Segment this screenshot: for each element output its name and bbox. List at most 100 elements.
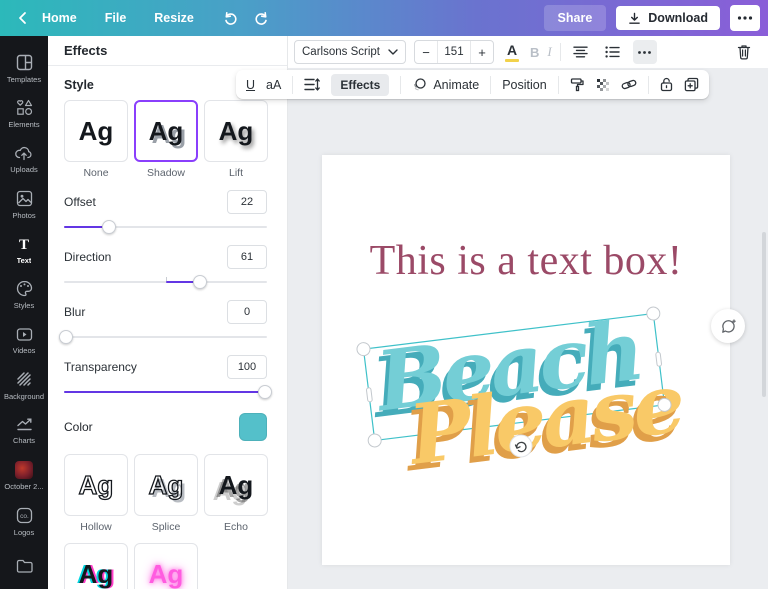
- shadow-color-row: Color: [64, 413, 267, 441]
- style-card-echo[interactable]: Ag Echo: [204, 454, 268, 533]
- sidebar-item-elements[interactable]: Elements: [0, 91, 48, 136]
- download-icon: [628, 12, 641, 25]
- effects-button[interactable]: Effects: [331, 74, 389, 96]
- sidebar-item-uploads[interactable]: Uploads: [0, 137, 48, 182]
- download-button[interactable]: Download: [616, 6, 720, 30]
- sidebar-item-styles[interactable]: Styles: [0, 272, 48, 317]
- download-label: Download: [648, 11, 708, 25]
- font-size-increase-button[interactable]: +: [471, 41, 493, 63]
- text-format-toolbar: Carlsons Script − 151 + A B I: [288, 36, 768, 68]
- duplicate-button[interactable]: [684, 77, 699, 92]
- styles-icon: [15, 279, 34, 298]
- text-color-bar: [505, 59, 519, 62]
- videos-icon: [15, 326, 34, 343]
- more-icon: [638, 51, 651, 54]
- duplicate-plus-icon: [684, 77, 699, 92]
- logos-icon: co.: [15, 506, 34, 525]
- align-center-icon: [573, 46, 588, 58]
- style-card-lift[interactable]: Ag Lift: [204, 100, 268, 179]
- canva-editor: Home File Resize Share Download Template…: [0, 0, 768, 589]
- bold-button[interactable]: B: [530, 45, 539, 60]
- text-color-button[interactable]: A: [502, 43, 522, 62]
- style-shuffle-button[interactable]: [711, 309, 745, 343]
- font-size-stepper: − 151 +: [414, 40, 494, 64]
- home-menu[interactable]: Home: [42, 11, 77, 25]
- transparency-slider-row: Transparency 100: [64, 355, 267, 399]
- design-page[interactable]: This is a text box! Beach Beach Please P…: [322, 155, 730, 565]
- topbar-more-button[interactable]: [730, 5, 760, 31]
- style-card-neon[interactable]: Ag Neon: [134, 543, 198, 589]
- share-button[interactable]: Share: [544, 5, 607, 31]
- paint-roller-icon: [570, 77, 585, 92]
- photos-icon: [15, 189, 34, 208]
- text-align-button[interactable]: [569, 40, 593, 64]
- shadow-color-swatch[interactable]: [239, 413, 267, 441]
- text-effects-toolbar: U aA Effects Animate Position: [236, 70, 709, 99]
- direction-slider-row: Direction 61: [64, 245, 267, 289]
- style-card-splice[interactable]: Ag Splice: [134, 454, 198, 533]
- sidebar-item-logos[interactable]: co. Logos: [0, 499, 48, 544]
- link-button[interactable]: [621, 78, 637, 91]
- text-case-button[interactable]: aA: [266, 78, 281, 92]
- style-card-shadow[interactable]: Ag Shadow: [134, 100, 198, 179]
- italic-button[interactable]: I: [547, 44, 551, 60]
- text-icon: T: [15, 235, 33, 253]
- direction-value-input[interactable]: 61: [227, 245, 267, 269]
- delete-button[interactable]: [732, 40, 756, 64]
- list-button[interactable]: [601, 40, 625, 64]
- style-card-glitch[interactable]: Ag Glitch: [64, 543, 128, 589]
- sidebar-item-photos[interactable]: Photos: [0, 182, 48, 227]
- style-card-hollow[interactable]: Ag Hollow: [64, 454, 128, 533]
- sidebar-item-october-folder[interactable]: October 2...: [0, 453, 48, 498]
- corner-handle-tr[interactable]: [646, 306, 660, 320]
- resize-menu[interactable]: Resize: [154, 11, 194, 25]
- undo-icon[interactable]: [222, 10, 239, 26]
- lock-icon: [660, 77, 673, 92]
- rotate-handle[interactable]: [510, 435, 532, 457]
- style-cards-row1: Ag None Ag Shadow Ag Lift: [64, 100, 267, 179]
- sidebar-item-text[interactable]: T Text: [0, 227, 48, 272]
- blur-slider[interactable]: [64, 330, 267, 344]
- offset-value-input[interactable]: 22: [227, 190, 267, 214]
- sidebar-item-videos[interactable]: Videos: [0, 318, 48, 363]
- chevron-down-icon: [388, 49, 398, 55]
- back-chevron-icon[interactable]: [16, 11, 30, 25]
- script-text-group[interactable]: Beach Beach Please Please: [365, 299, 688, 494]
- transparency-value-input[interactable]: 100: [227, 355, 267, 379]
- underline-button[interactable]: U: [246, 78, 255, 92]
- position-button[interactable]: Position: [502, 78, 546, 92]
- sidebar-item-templates[interactable]: Templates: [0, 46, 48, 91]
- background-icon: [15, 370, 34, 389]
- top-bar: Home File Resize Share Download: [0, 0, 768, 36]
- animate-button[interactable]: Animate: [412, 77, 479, 92]
- sidebar-item-folders[interactable]: [0, 544, 48, 589]
- style-cards-row2: Ag Hollow Ag Splice Ag Echo: [64, 454, 267, 533]
- uploads-icon: [14, 144, 34, 162]
- transparency-slider[interactable]: [64, 385, 267, 399]
- style-card-none[interactable]: Ag None: [64, 100, 128, 179]
- sidebar-item-background[interactable]: Background: [0, 363, 48, 408]
- offset-slider[interactable]: [64, 220, 267, 234]
- font-family-select[interactable]: Carlsons Script: [294, 40, 406, 64]
- direction-slider[interactable]: [64, 275, 267, 289]
- charts-icon: [15, 416, 34, 433]
- font-size-decrease-button[interactable]: −: [415, 41, 437, 63]
- color-label: Color: [64, 420, 93, 434]
- canvas-scrollbar[interactable]: [762, 232, 766, 397]
- canvas-workspace[interactable]: This is a text box! Beach Beach Please P…: [288, 68, 768, 589]
- left-resize-handle[interactable]: [366, 388, 372, 402]
- redo-icon[interactable]: [253, 10, 270, 26]
- toolbar-more-button[interactable]: [633, 40, 657, 64]
- transparency-button[interactable]: [596, 78, 610, 92]
- refresh-bubble-icon: [720, 318, 737, 335]
- sidebar: Templates Elements Uploads Photos T Text…: [0, 36, 48, 589]
- spacing-button[interactable]: [304, 78, 320, 91]
- blur-value-input[interactable]: 0: [227, 300, 267, 324]
- sidebar-item-charts[interactable]: Charts: [0, 408, 48, 453]
- copy-style-button[interactable]: [570, 77, 585, 92]
- lock-button[interactable]: [660, 77, 673, 92]
- font-size-value[interactable]: 151: [437, 41, 471, 63]
- blur-label: Blur: [64, 305, 85, 319]
- file-menu[interactable]: File: [105, 11, 127, 25]
- animate-icon: [412, 77, 427, 92]
